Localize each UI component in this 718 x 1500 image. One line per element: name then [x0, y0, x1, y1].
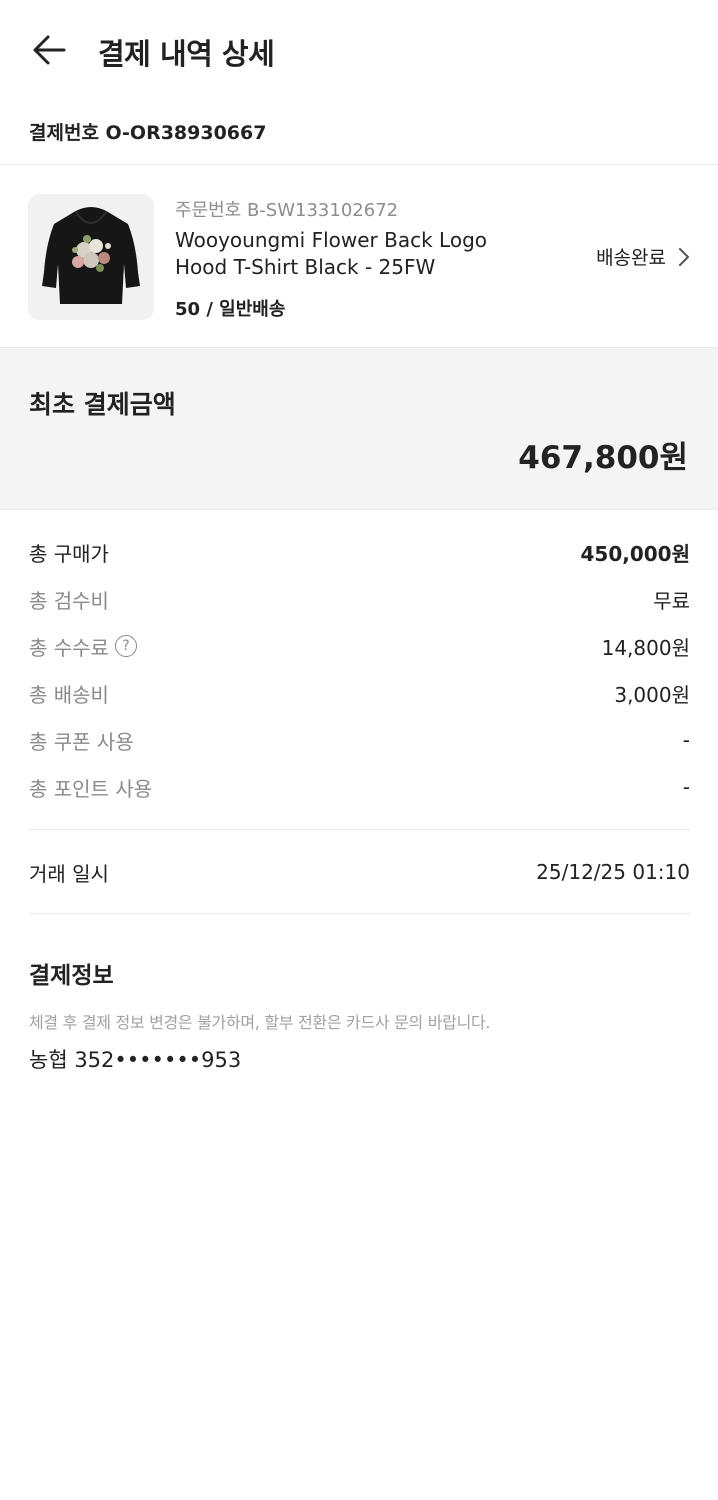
cost-row-shipping: 총 배송비 3,000원: [29, 678, 690, 708]
cost-value: 14,800원: [601, 635, 690, 660]
cost-value: 무료: [653, 588, 690, 613]
divider: [29, 913, 690, 914]
back-button[interactable]: [30, 30, 70, 70]
cost-row-fee: 총 수수료 ? 14,800원: [29, 631, 690, 661]
cost-label: 총 배송비: [29, 682, 109, 707]
delivery-status[interactable]: 배송완료: [596, 243, 690, 270]
order-number: 주문번호 B-SW133102672: [175, 200, 399, 221]
product-thumbnail: [28, 194, 154, 320]
cost-label-wrap: 총 수수료 ?: [29, 632, 137, 661]
cost-row-inspection: 총 검수비 무료: [29, 584, 690, 614]
header: 결제 내역 상세: [0, 0, 718, 100]
cost-label: 총 구매가: [29, 541, 109, 566]
transaction-value: 25/12/25 01:10: [536, 860, 690, 884]
page-title: 결제 내역 상세: [98, 37, 275, 71]
delivery-status-label: 배송완료: [596, 247, 666, 269]
cost-value: -: [682, 775, 690, 799]
cost-label: 총 수수료: [29, 635, 109, 660]
cost-value: 450,000원: [580, 541, 691, 566]
cost-row-purchase: 총 구매가 450,000원: [29, 537, 690, 567]
payment-info-title: 결제정보: [29, 963, 114, 989]
arrow-left-icon: [33, 35, 66, 65]
cost-value: -: [682, 728, 690, 752]
initial-payment-summary: 최초 결제금액 467,800원: [0, 347, 718, 510]
product-name: Wooyoungmi Flower Back Logo Hood T-Shirt…: [175, 228, 488, 279]
payment-info-note: 체결 후 결제 정보 변경은 불가하며, 할부 전환은 카드사 문의 바랍니다.: [29, 1013, 491, 1032]
chevron-right-icon: [679, 247, 689, 266]
product-option: 50 / 일반배송: [175, 299, 286, 320]
payment-number: 결제번호 O-OR38930667: [29, 122, 267, 144]
order-item[interactable]: 주문번호 B-SW133102672 Wooyoungmi Flower Bac…: [0, 165, 718, 347]
divider: [29, 829, 690, 830]
cost-label: 총 쿠폰 사용: [29, 729, 134, 754]
summary-title: 최초 결제금액: [29, 390, 176, 419]
cost-row-coupon: 총 쿠폰 사용 -: [29, 725, 690, 755]
payment-card: 농협 352•••••••953: [29, 1048, 242, 1072]
transaction-label: 거래 일시: [29, 861, 109, 886]
cost-label: 총 포인트 사용: [29, 776, 153, 801]
help-icon[interactable]: ?: [114, 635, 137, 657]
cost-value: 3,000원: [614, 682, 690, 707]
summary-amount: 467,800원: [518, 440, 688, 476]
cost-row-points: 총 포인트 사용 -: [29, 772, 690, 802]
transaction-row: 거래 일시 25/12/25 01:10: [29, 857, 690, 887]
cost-label: 총 검수비: [29, 588, 109, 613]
